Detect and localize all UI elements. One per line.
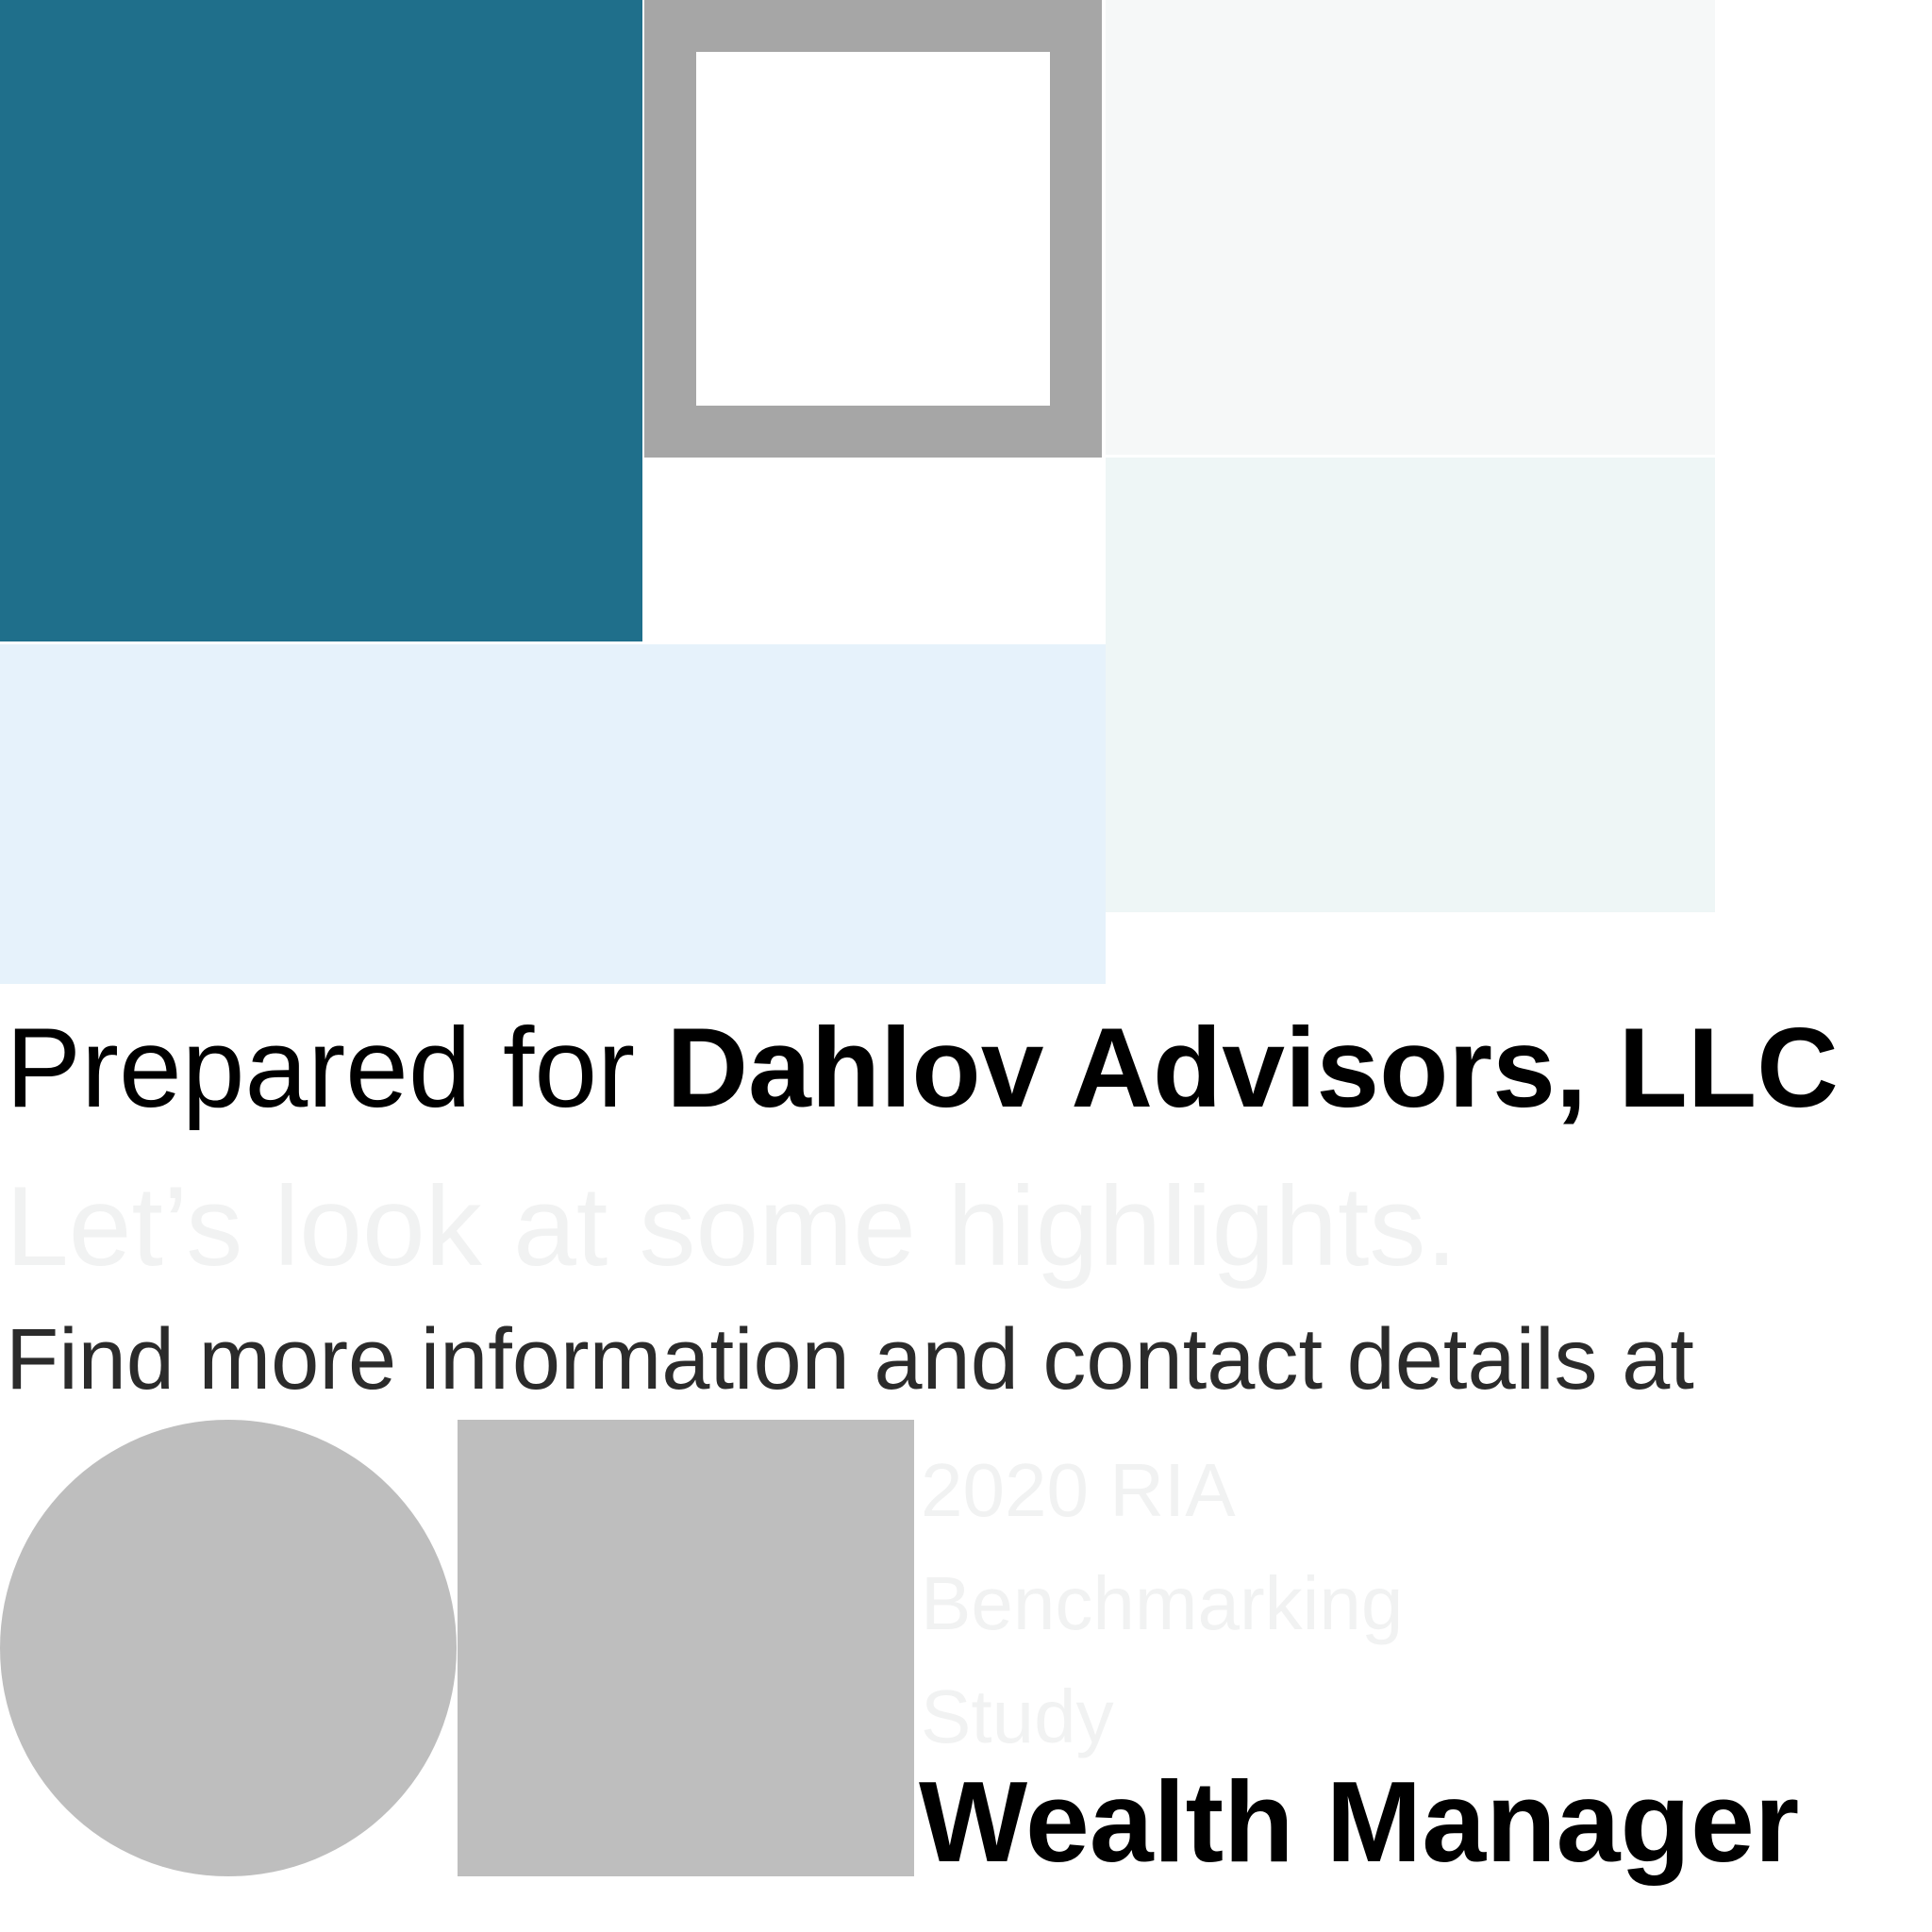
pale-mint-color-block <box>1106 458 1715 912</box>
grey-frame-block <box>644 0 1102 458</box>
highlights-heading: Let’s look at some highlights. <box>6 1163 1457 1290</box>
study-title-line: 2020 RIA <box>921 1448 1236 1532</box>
brand-name: Wealth Manager <box>919 1757 1800 1886</box>
prepared-for-label: Prepared for <box>6 1005 667 1131</box>
client-name: Dahlov Advisors, LLC <box>666 1005 1839 1131</box>
pale-grey-color-block <box>1106 0 1715 455</box>
info-text: Find more information and contact detail… <box>6 1311 1694 1407</box>
sky-blue-color-block <box>0 644 1106 984</box>
prepared-for-heading: Prepared for Dahlov Advisors, LLC <box>6 1011 1839 1124</box>
circle-image-placeholder <box>0 1420 457 1876</box>
study-title-line: Study <box>921 1674 1114 1758</box>
teal-color-block <box>0 0 642 641</box>
study-title: 2020 RIA Benchmarking Study <box>921 1434 1449 1774</box>
square-image-placeholder <box>458 1420 914 1876</box>
study-title-line: Benchmarking <box>921 1561 1404 1645</box>
